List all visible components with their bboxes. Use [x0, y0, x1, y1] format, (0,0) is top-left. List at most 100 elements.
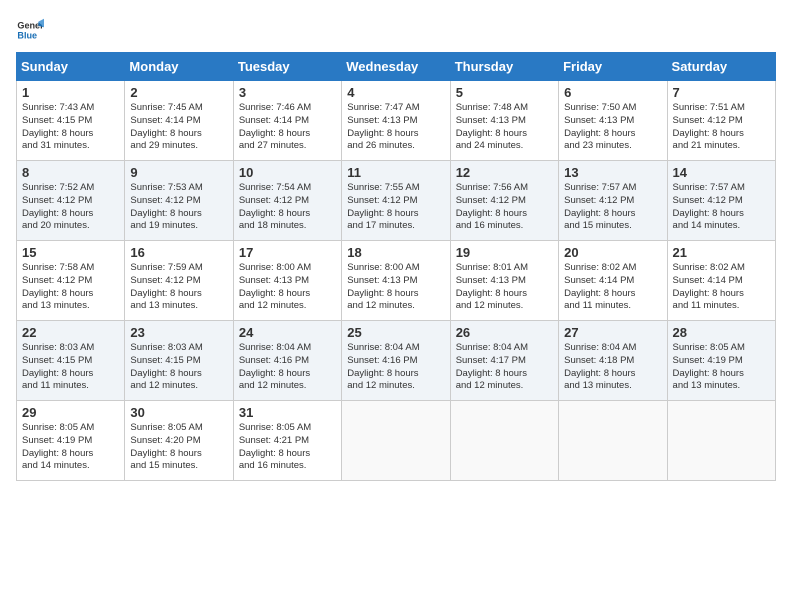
- day-number: 30: [130, 405, 227, 420]
- col-header-monday: Monday: [125, 53, 233, 81]
- calendar-cell: 21 Sunrise: 8:02 AM Sunset: 4:14 PM Dayli…: [667, 241, 775, 321]
- calendar-cell: 25Sunrise: 8:04 AM Sunset: 4:16 PM Dayli…: [342, 321, 450, 401]
- logo-icon: General Blue: [16, 16, 44, 44]
- cell-sun-info: Sunrise: 7:53 AM Sunset: 4:12 PM Dayligh…: [130, 182, 227, 233]
- col-header-saturday: Saturday: [667, 53, 775, 81]
- logo: General Blue: [16, 16, 44, 44]
- calendar-cell: 1Sunrise: 7:43 AM Sunset: 4:15 PM Daylig…: [17, 81, 125, 161]
- calendar-cell: 23 Sunrise: 8:03 AM Sunset: 4:15 PM Dayli…: [125, 321, 233, 401]
- cell-sun-info: Sunrise: 8:01 AM Sunset: 4:13 PM Dayligh…: [456, 262, 553, 313]
- cell-sun-info: Sunrise: 7:46 AM Sunset: 4:14 PM Dayligh…: [239, 102, 336, 153]
- day-number: 14: [673, 165, 770, 180]
- day-number: 12: [456, 165, 553, 180]
- day-number: 2: [130, 85, 227, 100]
- day-number: 8: [22, 165, 119, 180]
- calendar-cell: 14 Sunrise: 7:57 AM Sunset: 4:12 PM Dayli…: [667, 161, 775, 241]
- calendar-cell: 12Sunrise: 7:56 AM Sunset: 4:12 PM Dayli…: [450, 161, 558, 241]
- calendar-cell: [559, 401, 667, 481]
- day-number: 16: [130, 245, 227, 260]
- day-number: 15: [22, 245, 119, 260]
- calendar-cell: 13 Sunrise: 7:57 AM Sunset: 4:12 PM Dayli…: [559, 161, 667, 241]
- day-number: 24: [239, 325, 336, 340]
- calendar-cell: 10 Sunrise: 7:54 AM Sunset: 4:12 PM Dayli…: [233, 161, 341, 241]
- day-number: 29: [22, 405, 119, 420]
- col-header-friday: Friday: [559, 53, 667, 81]
- calendar-cell: 29 Sunrise: 8:05 AM Sunset: 4:19 PM Dayli…: [17, 401, 125, 481]
- col-header-wednesday: Wednesday: [342, 53, 450, 81]
- col-header-sunday: Sunday: [17, 53, 125, 81]
- calendar-cell: [450, 401, 558, 481]
- cell-sun-info: Sunrise: 7:58 AM Sunset: 4:12 PM Dayligh…: [22, 262, 119, 313]
- day-number: 28: [673, 325, 770, 340]
- col-header-tuesday: Tuesday: [233, 53, 341, 81]
- day-number: 11: [347, 165, 444, 180]
- calendar-cell: 15 Sunrise: 7:58 AM Sunset: 4:12 PM Dayli…: [17, 241, 125, 321]
- cell-sun-info: Sunrise: 8:05 AM Sunset: 4:19 PM Dayligh…: [22, 422, 119, 473]
- calendar-cell: 18Sunrise: 8:00 AM Sunset: 4:13 PM Dayli…: [342, 241, 450, 321]
- day-number: 31: [239, 405, 336, 420]
- calendar-cell: 28 Sunrise: 8:05 AM Sunset: 4:19 PM Dayli…: [667, 321, 775, 401]
- calendar-cell: 16 Sunrise: 7:59 AM Sunset: 4:12 PM Dayli…: [125, 241, 233, 321]
- day-number: 9: [130, 165, 227, 180]
- cell-sun-info: Sunrise: 8:04 AM Sunset: 4:18 PM Dayligh…: [564, 342, 661, 393]
- day-number: 4: [347, 85, 444, 100]
- calendar-cell: 26Sunrise: 8:04 AM Sunset: 4:17 PM Dayli…: [450, 321, 558, 401]
- calendar-cell: 7 Sunrise: 7:51 AM Sunset: 4:12 PM Daylig…: [667, 81, 775, 161]
- day-number: 5: [456, 85, 553, 100]
- day-number: 1: [22, 85, 119, 100]
- calendar-cell: 2 Sunrise: 7:45 AM Sunset: 4:14 PM Daylig…: [125, 81, 233, 161]
- cell-sun-info: Sunrise: 7:45 AM Sunset: 4:14 PM Dayligh…: [130, 102, 227, 153]
- calendar-cell: 30 Sunrise: 8:05 AM Sunset: 4:20 PM Dayli…: [125, 401, 233, 481]
- day-number: 7: [673, 85, 770, 100]
- calendar-cell: 19 Sunrise: 8:01 AM Sunset: 4:13 PM Dayli…: [450, 241, 558, 321]
- calendar-cell: 31 Sunrise: 8:05 AM Sunset: 4:21 PM Dayli…: [233, 401, 341, 481]
- calendar-cell: [342, 401, 450, 481]
- cell-sun-info: Sunrise: 7:51 AM Sunset: 4:12 PM Dayligh…: [673, 102, 770, 153]
- calendar-cell: 3 Sunrise: 7:46 AM Sunset: 4:14 PM Daylig…: [233, 81, 341, 161]
- cell-sun-info: Sunrise: 7:47 AM Sunset: 4:13 PM Dayligh…: [347, 102, 444, 153]
- page-header: General Blue: [16, 16, 776, 44]
- cell-sun-info: Sunrise: 8:04 AM Sunset: 4:16 PM Dayligh…: [239, 342, 336, 393]
- day-number: 20: [564, 245, 661, 260]
- day-number: 23: [130, 325, 227, 340]
- calendar-cell: 8 Sunrise: 7:52 AM Sunset: 4:12 PM Daylig…: [17, 161, 125, 241]
- day-number: 19: [456, 245, 553, 260]
- day-number: 6: [564, 85, 661, 100]
- day-number: 22: [22, 325, 119, 340]
- calendar-cell: 4 Sunrise: 7:47 AM Sunset: 4:13 PM Daylig…: [342, 81, 450, 161]
- cell-sun-info: Sunrise: 8:02 AM Sunset: 4:14 PM Dayligh…: [673, 262, 770, 313]
- cell-sun-info: Sunrise: 8:04 AM Sunset: 4:16 PM Dayligh…: [347, 342, 444, 393]
- calendar-cell: 27Sunrise: 8:04 AM Sunset: 4:18 PM Dayli…: [559, 321, 667, 401]
- cell-sun-info: Sunrise: 7:59 AM Sunset: 4:12 PM Dayligh…: [130, 262, 227, 313]
- cell-sun-info: Sunrise: 7:48 AM Sunset: 4:13 PM Dayligh…: [456, 102, 553, 153]
- cell-sun-info: Sunrise: 8:00 AM Sunset: 4:13 PM Dayligh…: [239, 262, 336, 313]
- calendar-cell: 9 Sunrise: 7:53 AM Sunset: 4:12 PM Daylig…: [125, 161, 233, 241]
- day-number: 13: [564, 165, 661, 180]
- calendar-week-row: 8 Sunrise: 7:52 AM Sunset: 4:12 PM Daylig…: [17, 161, 776, 241]
- calendar-week-row: 1Sunrise: 7:43 AM Sunset: 4:15 PM Daylig…: [17, 81, 776, 161]
- calendar-week-row: 15 Sunrise: 7:58 AM Sunset: 4:12 PM Dayli…: [17, 241, 776, 321]
- cell-sun-info: Sunrise: 8:05 AM Sunset: 4:19 PM Dayligh…: [673, 342, 770, 393]
- cell-sun-info: Sunrise: 7:55 AM Sunset: 4:12 PM Dayligh…: [347, 182, 444, 233]
- cell-sun-info: Sunrise: 7:50 AM Sunset: 4:13 PM Dayligh…: [564, 102, 661, 153]
- svg-text:Blue: Blue: [17, 30, 37, 40]
- cell-sun-info: Sunrise: 7:54 AM Sunset: 4:12 PM Dayligh…: [239, 182, 336, 233]
- calendar-cell: 17Sunrise: 8:00 AM Sunset: 4:13 PM Dayli…: [233, 241, 341, 321]
- calendar-week-row: 29 Sunrise: 8:05 AM Sunset: 4:19 PM Dayli…: [17, 401, 776, 481]
- cell-sun-info: Sunrise: 8:05 AM Sunset: 4:21 PM Dayligh…: [239, 422, 336, 473]
- calendar-cell: 6 Sunrise: 7:50 AM Sunset: 4:13 PM Daylig…: [559, 81, 667, 161]
- cell-sun-info: Sunrise: 8:03 AM Sunset: 4:15 PM Dayligh…: [22, 342, 119, 393]
- calendar-cell: 5 Sunrise: 7:48 AM Sunset: 4:13 PM Daylig…: [450, 81, 558, 161]
- calendar-cell: 20Sunrise: 8:02 AM Sunset: 4:14 PM Dayli…: [559, 241, 667, 321]
- cell-sun-info: Sunrise: 7:52 AM Sunset: 4:12 PM Dayligh…: [22, 182, 119, 233]
- calendar-cell: [667, 401, 775, 481]
- cell-sun-info: Sunrise: 8:03 AM Sunset: 4:15 PM Dayligh…: [130, 342, 227, 393]
- calendar-cell: 24 Sunrise: 8:04 AM Sunset: 4:16 PM Dayli…: [233, 321, 341, 401]
- day-number: 10: [239, 165, 336, 180]
- cell-sun-info: Sunrise: 7:57 AM Sunset: 4:12 PM Dayligh…: [564, 182, 661, 233]
- cell-sun-info: Sunrise: 8:05 AM Sunset: 4:20 PM Dayligh…: [130, 422, 227, 473]
- day-number: 21: [673, 245, 770, 260]
- day-number: 3: [239, 85, 336, 100]
- cell-sun-info: Sunrise: 7:57 AM Sunset: 4:12 PM Dayligh…: [673, 182, 770, 233]
- calendar-header-row: SundayMondayTuesdayWednesdayThursdayFrid…: [17, 53, 776, 81]
